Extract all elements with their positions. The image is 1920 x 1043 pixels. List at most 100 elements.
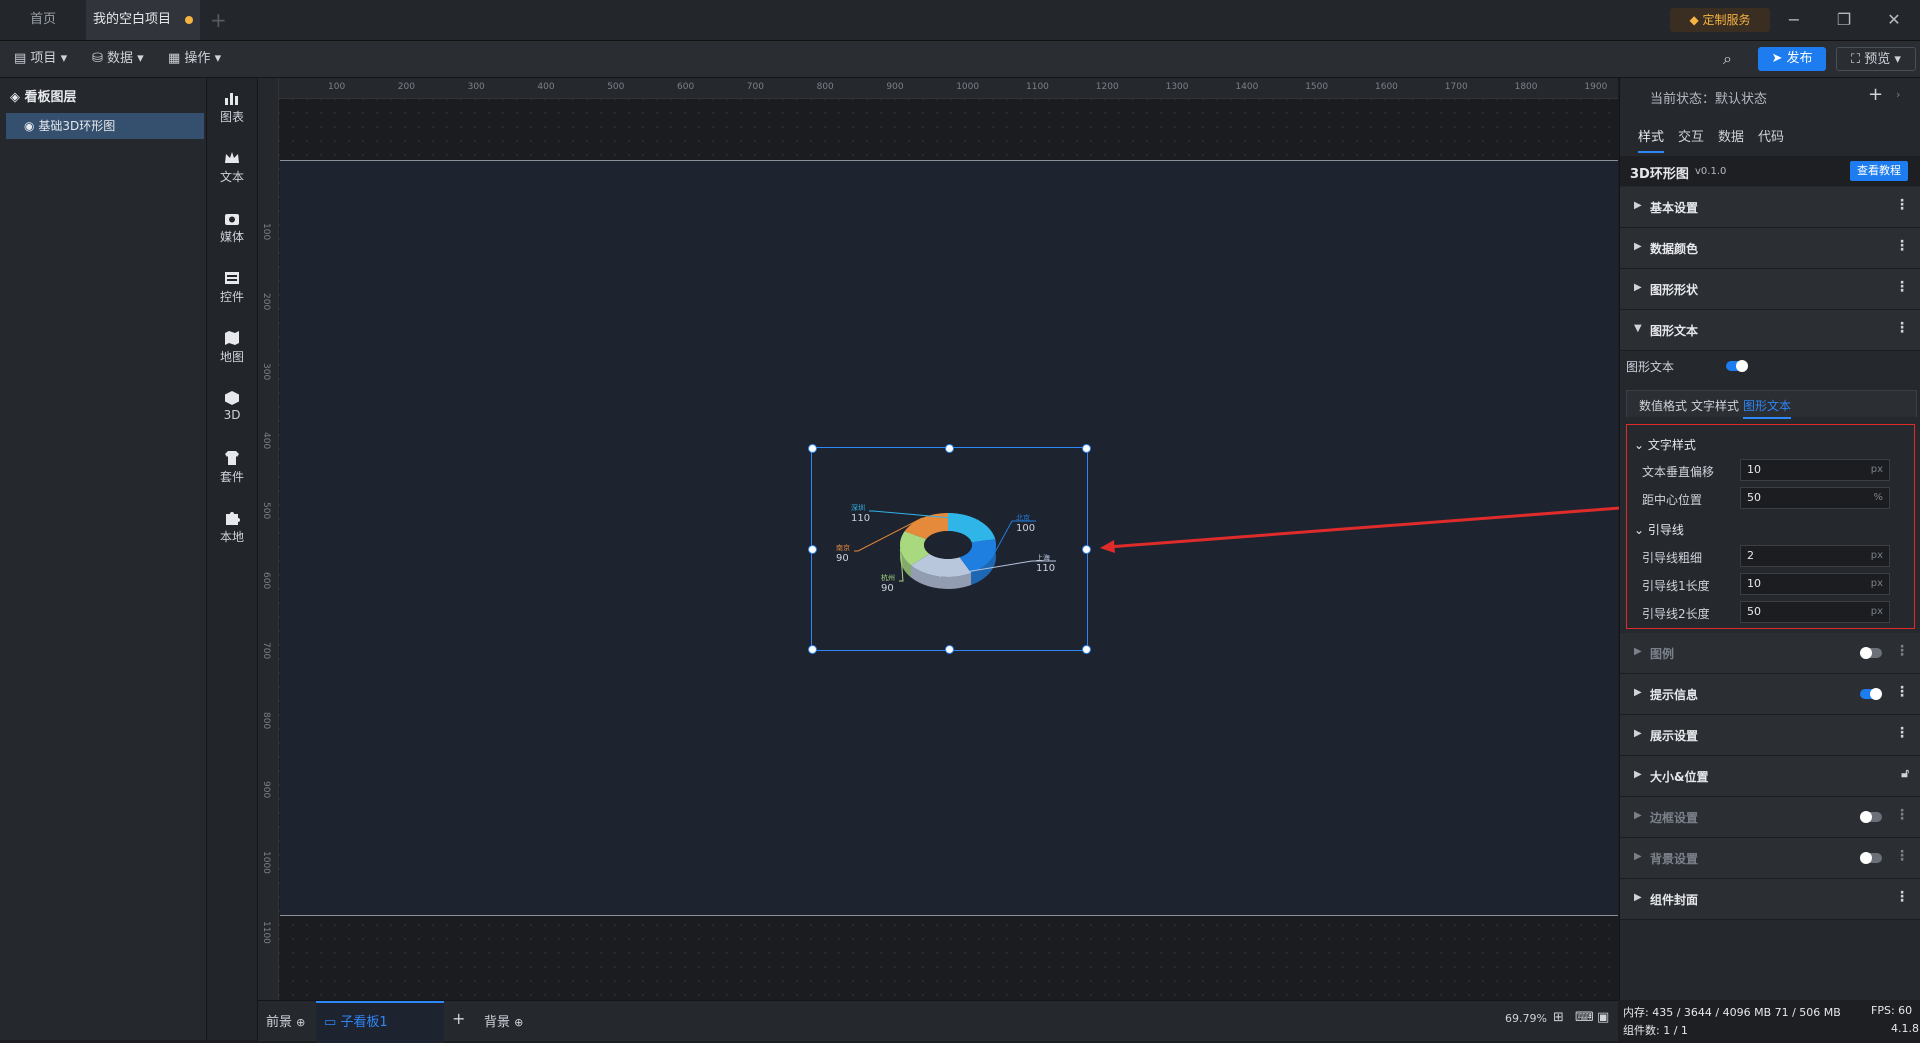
preview-button[interactable]: ⛶ 预览 ▾ xyxy=(1836,47,1916,71)
comp-suite[interactable]: 套件 xyxy=(207,450,257,485)
ruler-tick-label: 600 xyxy=(677,82,695,92)
custom-service-button[interactable]: ◆ 定制服务 xyxy=(1670,8,1770,32)
ruler-tick-label: 600 xyxy=(261,572,271,590)
comp-local[interactable]: 本地 xyxy=(207,510,257,545)
background-toggle[interactable] xyxy=(1860,852,1882,864)
minimize-icon[interactable]: − xyxy=(1784,10,1804,30)
operation-menu[interactable]: ▦ 操作 ▾ xyxy=(168,49,221,69)
eye-icon[interactable]: ◉ xyxy=(24,119,34,133)
more-icon[interactable]: ⋮ xyxy=(1895,848,1909,864)
publish-button[interactable]: ➤ 发布 xyxy=(1758,47,1826,71)
ruler-tick-label: 1600 xyxy=(1375,82,1398,92)
more-icon[interactable]: ⋮ xyxy=(1895,238,1909,254)
resize-handle[interactable] xyxy=(1082,444,1091,453)
comp-chart[interactable]: 图表 xyxy=(207,90,257,125)
section-display[interactable]: ▶ 展示设置 ⋮ xyxy=(1620,715,1920,756)
add-board-button[interactable]: + xyxy=(452,1009,465,1028)
caret-right-icon: ▶ xyxy=(1634,810,1642,821)
more-icon[interactable]: ⋮ xyxy=(1895,725,1909,741)
background-tab[interactable]: 背景 ⊕ xyxy=(484,1011,523,1030)
new-tab-button[interactable]: + xyxy=(210,9,227,31)
subtab-graphic-text[interactable]: 图形文本 xyxy=(1743,397,1792,419)
section-shape[interactable]: ▶ 图形形状 ⋮ xyxy=(1620,269,1920,310)
resize-handle[interactable] xyxy=(945,444,954,453)
resize-handle[interactable] xyxy=(808,545,817,554)
section-border[interactable]: ▶ 边框设置 ⋮ xyxy=(1620,797,1920,838)
subtab-number-format[interactable]: 数值格式 xyxy=(1639,397,1687,414)
comp-text[interactable]: 文本 xyxy=(207,150,257,185)
border-toggle[interactable] xyxy=(1860,811,1882,823)
offset-input[interactable]: 10 px xyxy=(1740,459,1890,481)
more-icon[interactable]: ⋮ xyxy=(1895,279,1909,295)
graphic-text-toggle[interactable] xyxy=(1726,360,1748,372)
tooltip-toggle[interactable] xyxy=(1860,688,1882,700)
caret-down-icon: ▼ xyxy=(1634,323,1642,334)
data-menu[interactable]: ⛁ 数据 ▾ xyxy=(92,49,144,69)
ruler-tick-label: 700 xyxy=(261,641,271,659)
guide-width-input[interactable]: 2 px xyxy=(1740,545,1890,567)
more-icon[interactable]: ⋮ xyxy=(1895,320,1909,336)
tab-project[interactable]: 我的空白项目 xyxy=(86,0,200,40)
foreground-tab[interactable]: 前景 ⊕ xyxy=(266,1011,305,1030)
resize-handle[interactable] xyxy=(1082,645,1091,654)
more-icon[interactable]: ⋮ xyxy=(1895,684,1909,700)
search-icon[interactable]: ⌕ xyxy=(1723,49,1732,69)
restore-icon[interactable]: ❐ xyxy=(1834,10,1854,30)
comp-control[interactable]: 控件 xyxy=(207,270,257,305)
comp-3d[interactable]: 3D xyxy=(207,390,257,422)
caret-right-icon: ▶ xyxy=(1634,851,1642,862)
section-legend[interactable]: ▶ 图例 ⋮ xyxy=(1620,633,1920,674)
ruler-tick-label: 1500 xyxy=(1305,82,1329,92)
section-background[interactable]: ▶ 背景设置 ⋮ xyxy=(1620,838,1920,879)
resize-handle[interactable] xyxy=(808,444,817,453)
board-tab[interactable]: ▭ 子看板1 xyxy=(316,1001,444,1043)
layer-item[interactable]: ◉ 基础3D环形图 xyxy=(6,113,204,139)
ruler-tick-label: 1800 xyxy=(1514,82,1538,92)
guide-len2-input[interactable]: 50 px xyxy=(1740,601,1890,623)
more-icon[interactable]: ⋮ xyxy=(1895,889,1909,905)
section-cover[interactable]: ▶ 组件封面 ⋮ xyxy=(1620,879,1920,920)
tab-code[interactable]: 代码 xyxy=(1758,126,1784,145)
close-icon[interactable]: ✕ xyxy=(1884,10,1904,30)
tab-style[interactable]: 样式 xyxy=(1638,126,1665,153)
zoom-level[interactable]: 69.79% xyxy=(1505,1012,1547,1025)
project-menu[interactable]: ▤ 项目 ▾ xyxy=(14,49,67,69)
add-state-button[interactable]: + xyxy=(1868,84,1883,105)
more-icon[interactable]: ⋮ xyxy=(1895,643,1909,659)
keyboard-icon[interactable]: ⌨ xyxy=(1575,1010,1594,1025)
guide-line-header[interactable]: ⌄ 引导线 xyxy=(1634,521,1684,538)
add-icon[interactable]: ⊕ xyxy=(514,1016,523,1029)
horizontal-ruler: 100 200 300 400 500 600 700 800 900 1000 1100 1200 1… xyxy=(258,78,1618,99)
chevron-right-icon[interactable]: › xyxy=(1896,88,1900,101)
text-style-header[interactable]: ⌄ 文字样式 xyxy=(1634,436,1696,453)
lock-icon[interactable]: 🔓︎ xyxy=(1901,766,1909,781)
add-icon[interactable]: ⊕ xyxy=(296,1016,305,1029)
control-icon xyxy=(225,272,239,284)
resize-handle[interactable] xyxy=(808,645,817,654)
fit-screen-icon[interactable]: ⊞ xyxy=(1553,1010,1564,1025)
resize-handle[interactable] xyxy=(945,645,954,654)
section-graphic-text[interactable]: ▼ 图形文本 ⋮ xyxy=(1620,310,1920,351)
subtab-text-style[interactable]: 文字样式 xyxy=(1691,397,1739,414)
legend-toggle[interactable] xyxy=(1860,647,1882,659)
more-icon[interactable]: ⋮ xyxy=(1895,807,1909,823)
caret-right-icon: ▶ xyxy=(1634,728,1642,739)
section-data-color[interactable]: ▶ 数据颜色 ⋮ xyxy=(1620,228,1920,269)
section-size-position[interactable]: ▶ 大小&位置 🔓︎ xyxy=(1620,756,1920,797)
tab-home[interactable]: 首页 xyxy=(0,0,86,40)
center-distance-input[interactable]: 50% xyxy=(1740,487,1890,509)
tutorial-button[interactable]: 查看教程 xyxy=(1850,161,1908,181)
caret-right-icon: ▶ xyxy=(1634,282,1642,293)
comp-map[interactable]: 地图 xyxy=(207,330,257,365)
ruler-tick-label: 500 xyxy=(261,502,271,520)
guide-len2-label: 引导线2长度 xyxy=(1642,607,1710,621)
comp-media[interactable]: 媒体 xyxy=(207,210,257,245)
current-state: 当前状态：默认状态 xyxy=(1650,92,1768,107)
terminal-icon[interactable]: ▣ xyxy=(1597,1010,1609,1025)
tab-interaction[interactable]: 交互 xyxy=(1678,126,1704,145)
tab-data[interactable]: 数据 xyxy=(1718,126,1744,145)
section-tooltip[interactable]: ▶ 提示信息 ⋮ xyxy=(1620,674,1920,715)
guide-len1-input[interactable]: 10 px xyxy=(1740,573,1890,595)
more-icon[interactable]: ⋮ xyxy=(1895,197,1909,213)
section-basic[interactable]: ▶ 基本设置 ⋮ xyxy=(1620,187,1920,228)
